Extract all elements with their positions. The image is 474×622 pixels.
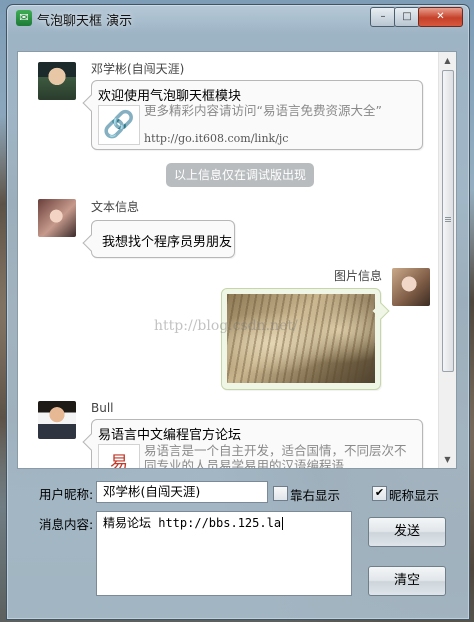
forum-logo-icon: 易 xyxy=(98,444,140,468)
system-note: 以上信息仅在调试版出现 xyxy=(166,163,315,187)
scroll-down-arrow[interactable]: ▼ xyxy=(439,451,456,468)
app-window: ✉ 气泡聊天框 演示 – □ ✕ 邓学彬(自闯天涯) 欢迎使用气泡聊天框模块 🔗… xyxy=(6,4,470,620)
wheat-image[interactable] xyxy=(227,294,375,383)
link-icon: 🔗 xyxy=(98,105,140,145)
compose-form: 用户昵称: 邓学彬(自闯天涯) 靠右显示 ✔ 昵称显示 消息内容: 精易论坛 h… xyxy=(17,472,455,616)
align-right-checkbox[interactable] xyxy=(273,486,288,501)
grip-icon xyxy=(445,216,451,222)
link-description: 更多精彩内容请访问“易语言免费资源大全” xyxy=(144,103,382,118)
send-button[interactable]: 发送 xyxy=(368,517,446,547)
clear-button[interactable]: 清空 xyxy=(368,566,446,596)
sender-name: Bull xyxy=(91,401,114,415)
message-bubble: 欢迎使用气泡聊天框模块 🔗 更多精彩内容请访问“易语言免费资源大全” http:… xyxy=(91,80,423,150)
title-bar[interactable]: ✉ 气泡聊天框 演示 – □ ✕ xyxy=(7,5,469,31)
message-label: 消息内容: xyxy=(39,517,94,532)
avatar xyxy=(38,62,76,100)
image-bubble xyxy=(221,288,381,390)
minimize-button[interactable]: – xyxy=(370,7,396,27)
scrollbar[interactable]: ▲ ▼ xyxy=(438,52,456,468)
scroll-thumb[interactable] xyxy=(442,70,454,372)
align-right-label[interactable]: 靠右显示 xyxy=(290,485,340,504)
message-text: 我想找个程序员男朋友 xyxy=(102,235,233,250)
scroll-up-arrow[interactable]: ▲ xyxy=(439,52,456,69)
nickname-input[interactable]: 邓学彬(自闯天涯) xyxy=(96,481,268,503)
maximize-button[interactable]: □ xyxy=(394,7,420,27)
show-nickname-label[interactable]: 昵称显示 xyxy=(389,485,439,504)
link-card[interactable]: 🔗 更多精彩内容请访问“易语言免费资源大全” http://go.it608.c… xyxy=(98,103,414,145)
avatar xyxy=(392,268,430,306)
avatar xyxy=(38,401,76,439)
sender-name: 邓学彬(自闯天涯) xyxy=(91,62,185,76)
link-url[interactable]: http://go.it608.com/link/jc xyxy=(144,132,288,145)
sender-name: 图片信息 xyxy=(334,269,383,283)
chat-messages: 邓学彬(自闯天涯) 欢迎使用气泡聊天框模块 🔗 更多精彩内容请访问“易语言免费资… xyxy=(18,52,438,468)
close-button[interactable]: ✕ xyxy=(418,7,463,27)
show-nickname-checkbox[interactable]: ✔ xyxy=(372,486,387,501)
window-title: 气泡聊天框 演示 xyxy=(37,14,133,29)
chat-view[interactable]: 邓学彬(自闯天涯) 欢迎使用气泡聊天框模块 🔗 更多精彩内容请访问“易语言免费资… xyxy=(17,51,457,469)
message-title: 易语言中文编程官方论坛 xyxy=(98,428,242,443)
link-card[interactable]: 易 易语言是一个自主开发，适合国情，不同层次不同专业的人员易学易用的汉语编程语 xyxy=(98,442,414,469)
avatar xyxy=(38,199,76,237)
text-caret xyxy=(282,517,284,530)
watermark: http://blog.csdn.net/ xyxy=(154,318,298,334)
message-bubble: 我想找个程序员男朋友 xyxy=(91,220,235,258)
message-bubble: 易语言中文编程官方论坛 易 易语言是一个自主开发，适合国情，不同层次不同专业的人… xyxy=(91,419,423,469)
check-icon: ✔ xyxy=(374,486,385,499)
app-icon: ✉ xyxy=(16,10,32,26)
message-input[interactable]: 精易论坛 http://bbs.125.la xyxy=(96,511,352,596)
sender-name: 文本信息 xyxy=(91,200,140,214)
message-text-value: 精易论坛 http://bbs.125.la xyxy=(103,516,282,530)
message-title: 欢迎使用气泡聊天框模块 xyxy=(98,89,242,104)
nickname-label: 用户昵称: xyxy=(39,487,94,502)
link-description: 易语言是一个自主开发，适合国情，不同层次不同专业的人员易学易用的汉语编程语 xyxy=(144,443,407,469)
